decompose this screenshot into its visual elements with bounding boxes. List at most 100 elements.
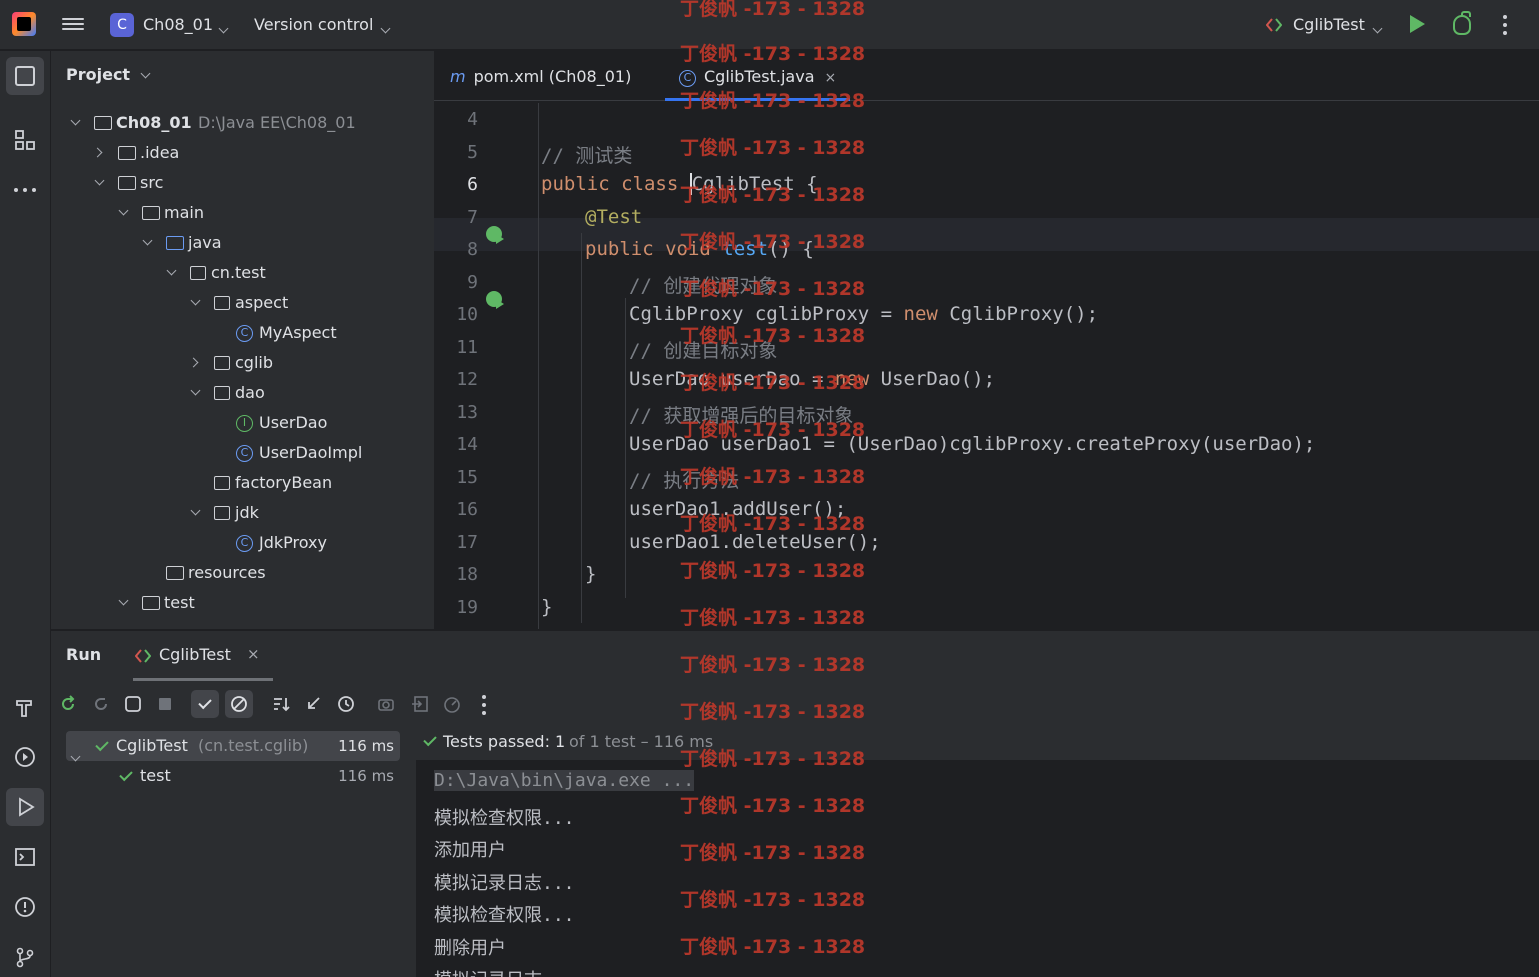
console-line: 模拟记录日志...: [434, 873, 575, 894]
chevron-down-icon[interactable]: [118, 595, 129, 606]
tab-pom-xml[interactable]: m pom.xml (Ch08_01): [450, 51, 631, 101]
coverage-icon[interactable]: [442, 694, 462, 714]
line-number: 4: [467, 109, 478, 130]
chevron-down-icon[interactable]: [380, 17, 391, 36]
line-number: 7: [467, 207, 478, 228]
code-line: UserDao userDao = new UserDao();: [629, 368, 996, 390]
terminal-tool-button[interactable]: [6, 838, 44, 876]
problems-tool-button[interactable]: [6, 888, 44, 926]
code-line: public void test() {: [585, 238, 814, 260]
line-number: 17: [456, 532, 478, 553]
run-test-gutter-icon[interactable]: [486, 291, 504, 309]
terminal-icon: [15, 848, 35, 866]
history-icon[interactable]: [336, 694, 356, 714]
junit-config-icon: [1265, 17, 1283, 33]
run-icon[interactable]: [1410, 15, 1425, 33]
services-tool-button[interactable]: [6, 738, 44, 776]
code-line: userDao1.addUser();: [629, 498, 847, 520]
run-panel-title: Run: [66, 645, 102, 664]
ignored-icon: [231, 696, 247, 712]
run-tab-cglibtest[interactable]: CglibTest ×: [133, 631, 273, 681]
collapse-icon[interactable]: [303, 694, 323, 714]
close-icon[interactable]: ×: [247, 645, 260, 663]
chevron-down-icon[interactable]: [190, 505, 201, 516]
import-icon[interactable]: [410, 694, 430, 714]
package-icon: [214, 506, 230, 520]
code-editor: m pom.xml (Ch08_01) C CglibTest.java × 4 5 …: [434, 51, 1539, 629]
module-folder-icon: [94, 116, 112, 130]
interface-icon: I: [236, 415, 253, 432]
tab-cglibtest-java[interactable]: C CglibTest.java ×: [664, 51, 851, 104]
code-line: CglibProxy cglibProxy = new CglibProxy()…: [629, 303, 1099, 325]
sort-icon[interactable]: [271, 694, 291, 714]
project-tool-button[interactable]: [6, 57, 44, 95]
chevron-down-icon[interactable]: [218, 17, 229, 36]
project-badge[interactable]: C: [110, 13, 134, 37]
code-line: // 获取增强后的目标对象: [629, 405, 854, 427]
chevron-down-icon[interactable]: [142, 235, 153, 246]
chevron-right-icon[interactable]: [92, 147, 103, 158]
class-icon: C: [236, 325, 253, 342]
more-options-icon[interactable]: [1503, 15, 1507, 39]
build-tool-button[interactable]: [6, 688, 44, 726]
run-panel: Run CglibTest × CglibTest (cn.test.cglib…: [51, 630, 1539, 977]
chevron-right-icon[interactable]: [188, 357, 199, 368]
line-number: 6: [467, 174, 478, 195]
line-number: 12: [456, 369, 478, 390]
project-name[interactable]: Ch08_01: [143, 13, 213, 37]
chevron-down-icon[interactable]: [190, 295, 201, 306]
console-line: 模拟检查权限...: [434, 808, 575, 829]
chevron-down-icon[interactable]: [1372, 17, 1383, 36]
chevron-down-icon[interactable]: [166, 265, 177, 276]
app-logo-icon[interactable]: [12, 12, 36, 36]
class-icon: C: [679, 70, 696, 87]
folder-icon: [142, 206, 160, 220]
rerun-failed-icon[interactable]: [91, 694, 111, 714]
project-panel-title[interactable]: Project: [66, 65, 151, 84]
rerun-icon[interactable]: [58, 694, 78, 714]
line-number: 10: [456, 304, 478, 325]
git-tool-button[interactable]: [6, 938, 44, 976]
indent-guide: [581, 233, 582, 623]
console-command[interactable]: D:\Java\bin\java.exe ...: [434, 770, 695, 791]
more-tools-button[interactable]: [6, 171, 44, 209]
camera-icon[interactable]: [376, 694, 396, 714]
line-number: 15: [456, 467, 478, 488]
console-output[interactable]: Tests passed: 1 of 1 test – 116 ms D:\Ja…: [416, 726, 1539, 977]
run-configuration-selector[interactable]: CglibTest: [1293, 13, 1365, 37]
package-icon: [214, 386, 230, 400]
gutter-divider: [538, 103, 539, 629]
code-line: // 创建代理对象: [629, 275, 778, 297]
indent-guide: [625, 298, 626, 598]
chevron-down-icon[interactable]: [70, 115, 81, 126]
package-icon: [214, 476, 230, 490]
chevron-down-icon[interactable]: [118, 205, 129, 216]
run-test-gutter-icon[interactable]: [486, 226, 504, 244]
run-tool-button[interactable]: [6, 788, 44, 826]
editor-tabs: m pom.xml (Ch08_01) C CglibTest.java ×: [434, 51, 1539, 101]
chevron-down-icon[interactable]: [94, 175, 105, 186]
show-passed-toggle[interactable]: [191, 690, 219, 718]
hammer-icon: [16, 700, 32, 717]
structure-tool-button[interactable]: [6, 121, 44, 159]
version-control-menu[interactable]: Version control: [254, 13, 373, 37]
show-ignored-toggle[interactable]: [225, 690, 253, 718]
line-number: 11: [456, 337, 478, 358]
title-bar: C Ch08_01 Version control CglibTest: [0, 0, 1539, 50]
code-line: }: [585, 563, 597, 585]
maven-icon: m: [450, 67, 466, 86]
code-line: UserDao userDao1 = (UserDao)cglibProxy.c…: [629, 433, 1316, 455]
chevron-down-icon[interactable]: [190, 385, 201, 396]
run-icon: [19, 797, 35, 817]
test-suite-row[interactable]: CglibTest (cn.test.cglib) 116 ms: [66, 731, 400, 762]
more-options-icon[interactable]: [482, 695, 486, 719]
close-icon[interactable]: ×: [825, 52, 837, 104]
line-number: 9: [467, 272, 478, 293]
toggle-auto-test-icon[interactable]: [123, 694, 143, 714]
main-menu-icon[interactable]: [62, 15, 84, 35]
code-area[interactable]: 4 5 6 7 8 9 10 11 12 13 14 15 16 17 18 1…: [434, 103, 1539, 629]
stop-icon[interactable]: [155, 694, 175, 714]
resources-folder-icon: [166, 566, 184, 580]
test-case-row[interactable]: test 116 ms: [66, 761, 400, 791]
debug-icon[interactable]: [1453, 11, 1471, 35]
